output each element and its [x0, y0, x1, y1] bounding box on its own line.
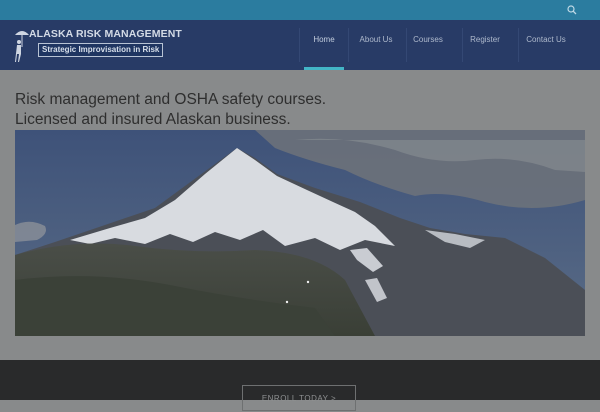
nav-item-contact-us[interactable]: Contact Us — [519, 20, 573, 70]
hero-mountain-image — [15, 130, 585, 336]
nav-item-register[interactable]: Register — [463, 20, 507, 70]
nav-item-courses[interactable]: Courses — [407, 20, 449, 70]
search-icon[interactable] — [566, 4, 578, 16]
mountain-photo — [15, 130, 585, 336]
active-nav-indicator — [304, 67, 344, 70]
site-logo[interactable]: ALASKA RISK MANAGEMENT Strategic Improvi… — [13, 28, 182, 64]
nav-item-label: Courses — [413, 35, 443, 44]
nav-item-label: Home — [313, 35, 335, 44]
nav-item-label: Register — [470, 35, 500, 44]
enroll-today-button[interactable]: ENROLL TODAY > — [242, 385, 356, 411]
hero-headline: Risk management and OSHA safety courses.… — [15, 90, 326, 130]
nav-item-about-us[interactable]: About Us — [349, 20, 403, 70]
brand-tagline: Strategic Improvisation in Risk — [38, 43, 164, 57]
brand-title: ALASKA RISK MANAGEMENT — [29, 28, 182, 40]
hero-line-1: Risk management and OSHA safety courses. — [15, 91, 327, 108]
hero-line-2: Licensed and insured Alaskan business. — [15, 111, 291, 128]
top-bar — [0, 0, 600, 20]
nav-item-home[interactable]: Home — [300, 20, 348, 70]
nav-item-label: Contact Us — [526, 35, 566, 44]
nav-item-label: About Us — [359, 35, 393, 44]
primary-nav: Home About Us Courses Register Contact U… — [296, 20, 600, 70]
